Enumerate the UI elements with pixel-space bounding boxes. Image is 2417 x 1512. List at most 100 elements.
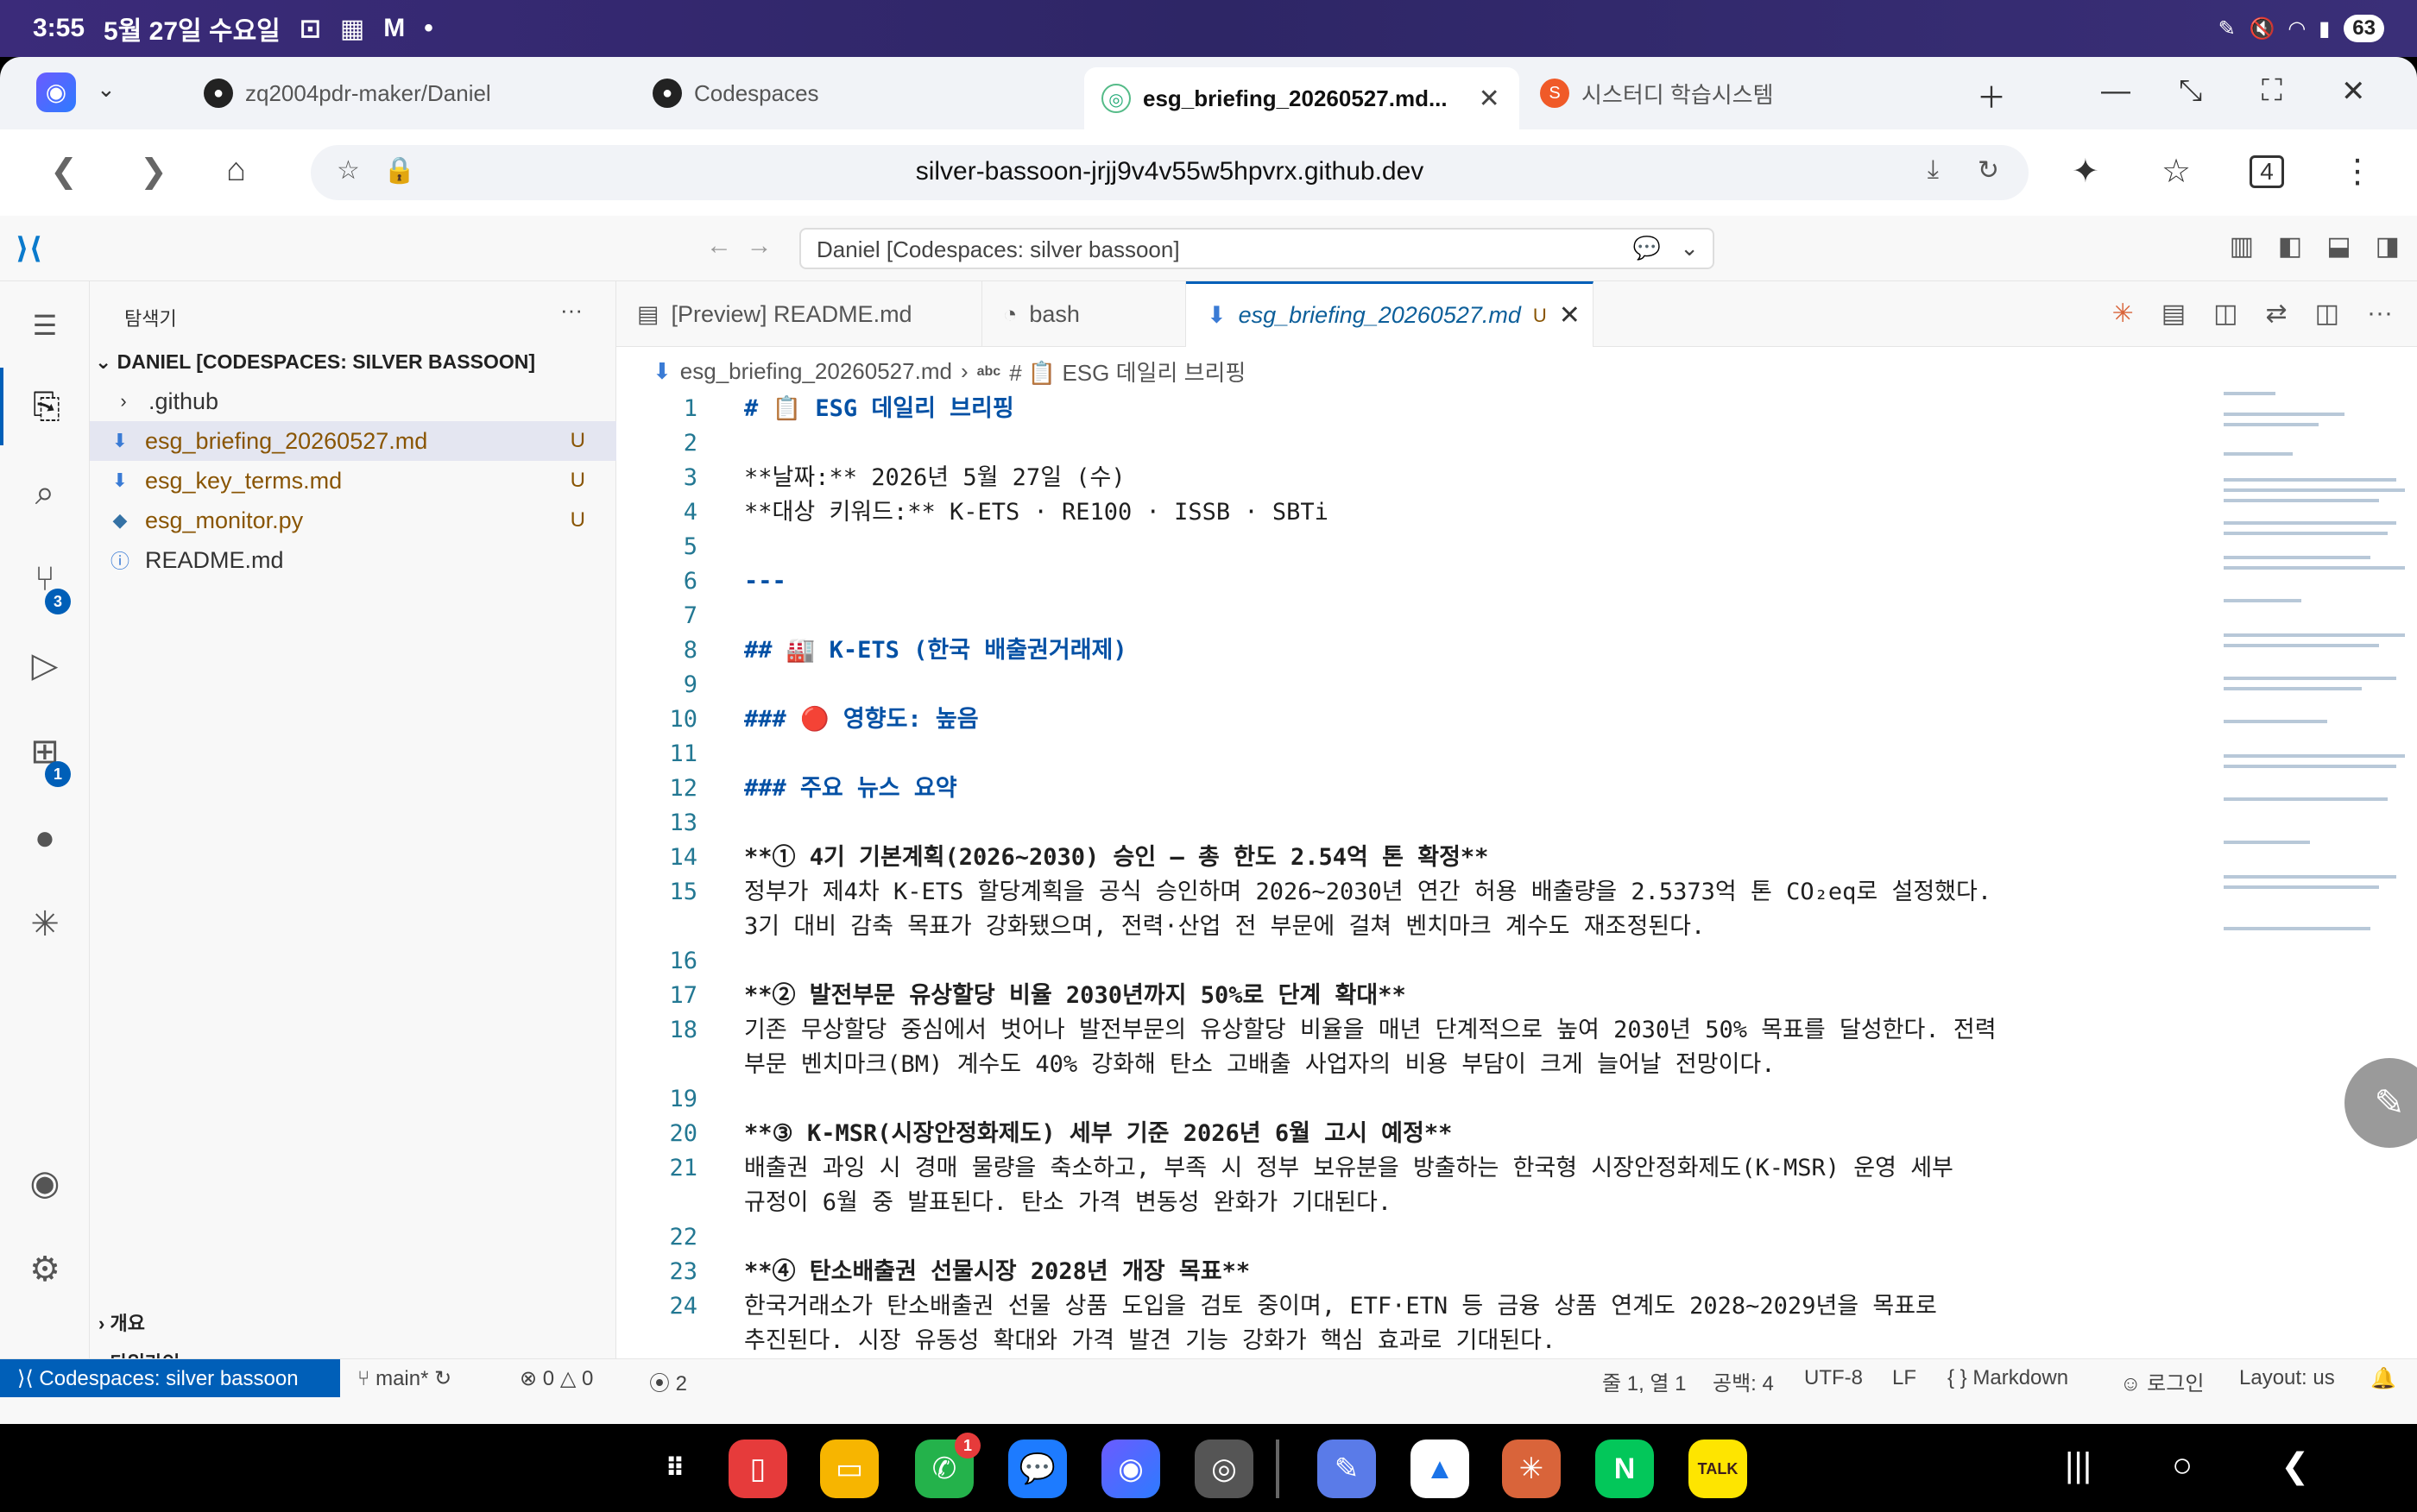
github-icon[interactable]: ● <box>0 799 90 877</box>
back-icon[interactable]: ❮ <box>50 152 78 191</box>
phone-app-icon[interactable]: ✆ 1 <box>915 1433 981 1498</box>
collapse-icon[interactable]: ⤡ <box>2179 74 2202 108</box>
extensions-icon[interactable]: ⊞ 1 <box>0 713 90 791</box>
run-debug-icon[interactable]: ▷ <box>0 627 90 704</box>
command-center[interactable]: Daniel [Codespaces: silver bassoon] 💬 ⌄ <box>799 228 1714 269</box>
home-icon[interactable]: ○ <box>2172 1446 2193 1485</box>
vscode-logo-icon[interactable]: ⟩⟨ <box>16 231 50 266</box>
browser-app-icon[interactable]: ◉ <box>1101 1440 1160 1498</box>
source-control-icon[interactable]: ⑂ 3 <box>0 540 90 618</box>
recents-icon[interactable]: ||| <box>2065 1446 2092 1485</box>
chevron-down-icon[interactable]: ⌄ <box>97 76 116 103</box>
toggle-sidebar-icon[interactable]: ◧ <box>2278 231 2302 261</box>
split-editor-icon[interactable]: ◫ <box>2315 299 2339 329</box>
tree-item-readme[interactable]: ⓘ README.md <box>90 540 616 580</box>
breadcrumb-file[interactable]: esg_briefing_20260527.md <box>680 358 952 385</box>
explorer-icon[interactable]: ⎘ <box>0 368 90 445</box>
claude-app-icon[interactable]: ✳ <box>1502 1440 1561 1498</box>
outline-section[interactable]: › 개요 <box>98 1308 145 1336</box>
bell-icon[interactable]: 🔔 <box>2370 1366 2396 1391</box>
layout-customize-icon[interactable]: ▥ <box>2230 231 2254 261</box>
menu-icon[interactable]: ⋮ <box>2341 152 2374 191</box>
drive-app-icon[interactable]: ▲ <box>1410 1440 1469 1498</box>
code-editor[interactable]: 1 # 📋 ESG 데일리 브리핑 2 3 **날짜:** 2026년 5월 27일… <box>616 392 2205 1358</box>
problems-indicator[interactable]: ⊗ 0 △ 0 <box>520 1366 593 1391</box>
editor-tabs: ▤ [Preview] README.md ◔ bash ⬇ esg_brief… <box>616 281 2417 347</box>
account-icon[interactable]: ◉ <box>0 1144 90 1222</box>
close-icon[interactable]: ✕ <box>1479 84 1500 114</box>
tree-item-esg-key-terms[interactable]: ⬇ esg_key_terms.md U <box>90 461 616 501</box>
preview-side-icon[interactable]: ◫ <box>2213 299 2237 329</box>
breadcrumb-symbol[interactable]: # 📋 ESG 데일리 브리핑 <box>1009 356 1246 387</box>
line-number: 8 <box>683 637 697 664</box>
reload-icon[interactable]: ↻ <box>1978 155 1999 186</box>
notes-app-icon[interactable]: ▯ <box>729 1440 787 1498</box>
language-mode[interactable]: { } Markdown <box>1947 1366 2068 1390</box>
edit-fab-icon[interactable]: ✎ <box>2344 1058 2417 1148</box>
minimap-line <box>2224 521 2396 525</box>
search-icon[interactable]: ⌕ <box>0 454 90 532</box>
kakaotalk-app-icon[interactable]: TALK <box>1688 1440 1747 1498</box>
end-of-line[interactable]: LF <box>1892 1366 1916 1390</box>
cursor-position[interactable]: 줄 1, 열 1 <box>1602 1366 1687 1396</box>
back-icon[interactable]: ❮ <box>2281 1446 2310 1486</box>
browser-logo-icon[interactable]: ◉ <box>36 72 76 112</box>
line-number: 12 <box>669 775 697 802</box>
settings-gear-icon[interactable]: ⚙ <box>0 1231 90 1308</box>
tree-item-esg-briefing[interactable]: ⬇ esg_briefing_20260527.md U <box>90 421 616 461</box>
download-icon[interactable]: ⤓ <box>1928 155 1939 185</box>
workspace-folder[interactable]: ⌄ DANIEL [CODESPACES: SILVER BASSOON] <box>95 350 535 374</box>
naver-app-icon[interactable]: N <box>1595 1440 1654 1498</box>
fullscreen-icon[interactable]: ⛶ <box>2262 74 2282 108</box>
copilot-icon[interactable]: 💬 <box>1633 235 1661 261</box>
address-bar[interactable]: ☆ 🔒 silver-bassoon-jrjj9v4v55w5hpvrx.git… <box>311 145 2029 200</box>
close-icon[interactable]: ✕ <box>1559 300 1581 331</box>
home-icon[interactable]: ⌂ <box>226 152 246 189</box>
indentation[interactable]: 공백: 4 <box>1713 1366 1774 1396</box>
claude-icon[interactable]: ✳ <box>2112 299 2134 329</box>
minimap[interactable] <box>2218 392 2417 979</box>
login-indicator[interactable]: ☺ 로그인 <box>2120 1366 2204 1396</box>
close-window-icon[interactable]: ✕ <box>2341 74 2366 109</box>
editor-tab-bash[interactable]: ◔ bash <box>982 281 1186 347</box>
tree-item-github-folder[interactable]: › .github <box>90 381 616 421</box>
minimap-line <box>2224 478 2396 482</box>
toggle-panel-icon[interactable]: ⬓ <box>2326 231 2351 261</box>
ai-sparkle-icon[interactable]: ✦ <box>2072 152 2099 191</box>
forward-icon[interactable]: ❯ <box>140 152 167 191</box>
sync-icon[interactable]: ↻ <box>434 1367 451 1390</box>
more-actions-icon[interactable]: ··· <box>2367 299 2393 329</box>
files-app-icon[interactable]: ▭ <box>820 1440 879 1498</box>
tree-item-esg-monitor[interactable]: ◆ esg_monitor.py U <box>90 501 616 540</box>
chevron-down-icon[interactable]: ⌄ <box>1680 235 1699 261</box>
ports-indicator[interactable]: ⦿ 2 <box>649 1366 687 1396</box>
minimize-icon[interactable]: — <box>2101 74 2130 108</box>
compare-changes-icon[interactable]: ⇄ <box>2266 299 2288 329</box>
open-preview-icon[interactable]: ▤ <box>2161 299 2186 329</box>
browser-tab-esg-briefing[interactable]: ◎ esg_briefing_20260527.md... ✕ <box>1084 67 1519 129</box>
editor-tab-esg-briefing[interactable]: ⬇ esg_briefing_20260527.md U ✕ <box>1186 281 1593 347</box>
hamburger-menu-icon[interactable]: ☰ <box>0 287 90 364</box>
encoding[interactable]: UTF-8 <box>1804 1366 1863 1390</box>
toggle-secondary-icon[interactable]: ◨ <box>2376 231 2400 261</box>
new-tab-icon[interactable]: ＋ <box>1977 74 2006 117</box>
browser-tab-sisteady[interactable]: S 시스터디 학습시스템 <box>1523 67 1791 119</box>
messages-app-icon[interactable]: 💬 <box>1008 1440 1067 1498</box>
keyboard-layout[interactable]: Layout: us <box>2239 1366 2335 1390</box>
branch-indicator[interactable]: ⑂ main* ↻ <box>357 1366 451 1391</box>
more-actions-icon[interactable]: ··· <box>560 297 583 324</box>
editor-tab-readme-preview[interactable]: ▤ [Preview] README.md <box>616 281 982 347</box>
favorites-icon[interactable]: ☆ <box>2161 152 2191 191</box>
line-number: 15 <box>669 879 697 905</box>
docs-app-icon[interactable]: ✎ <box>1317 1440 1376 1498</box>
language-label: Markdown <box>1972 1366 2069 1389</box>
remote-indicator[interactable]: ⟩⟨ Codespaces: silver bassoon <box>0 1359 340 1397</box>
minimap-line <box>2224 687 2362 690</box>
tab-count[interactable]: 4 <box>2250 155 2284 188</box>
camera-app-icon[interactable]: ◎ <box>1195 1440 1253 1498</box>
app-drawer-icon[interactable]: ⠿ <box>646 1440 704 1498</box>
nav-arrows[interactable]: ← → <box>706 231 773 261</box>
browser-tab-codespaces[interactable]: ● Codespaces <box>635 67 836 119</box>
claude-icon[interactable]: ✳ <box>0 885 90 963</box>
browser-tab-github[interactable]: ● zq2004pdr-maker/Daniel <box>186 67 508 119</box>
